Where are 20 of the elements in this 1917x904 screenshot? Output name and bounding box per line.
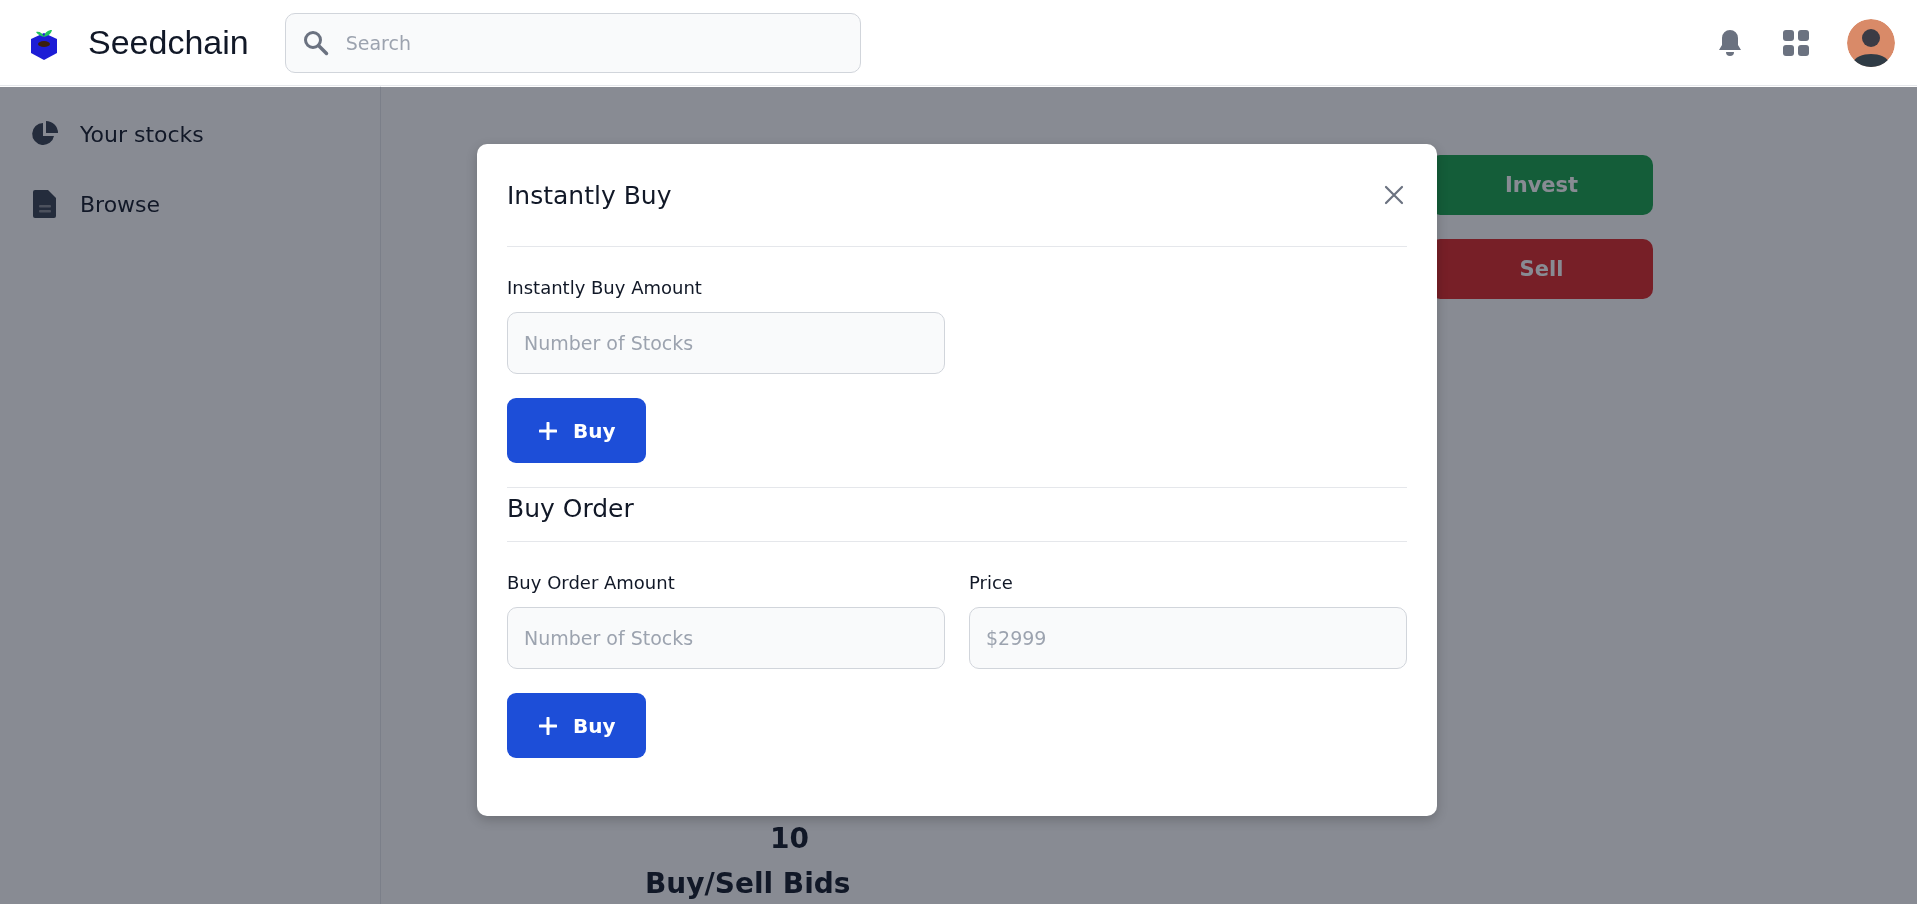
input-field[interactable]: $2999 — [969, 607, 1407, 669]
sidebar-item[interactable]: Browse — [30, 188, 380, 220]
plus-icon — [539, 716, 557, 735]
buy-button[interactable]: Buy — [507, 398, 646, 463]
count-value: 10 — [770, 821, 809, 857]
section-heading: Buy Order — [507, 494, 634, 523]
modal-title: Instantly Buy — [507, 180, 672, 210]
plus-icon — [539, 421, 557, 440]
input-field[interactable]: Number of Stocks — [507, 607, 945, 669]
avatar-icon[interactable] — [1847, 18, 1895, 67]
field-label: Price — [969, 572, 1014, 593]
field-label: Buy Order Amount — [507, 572, 676, 593]
section-title: Buy/Sell Bids — [645, 867, 852, 901]
field-label: Instantly Buy Amount — [507, 277, 703, 298]
sidebar-item[interactable]: Your stocks — [30, 118, 380, 150]
buy-button[interactable]: Buy — [507, 693, 646, 758]
grid-icon[interactable] — [1781, 27, 1811, 58]
search-field[interactable]: Search — [284, 12, 861, 73]
input-field[interactable]: Number of Stocks — [507, 312, 945, 374]
brand-name: Seedchain — [88, 23, 249, 62]
